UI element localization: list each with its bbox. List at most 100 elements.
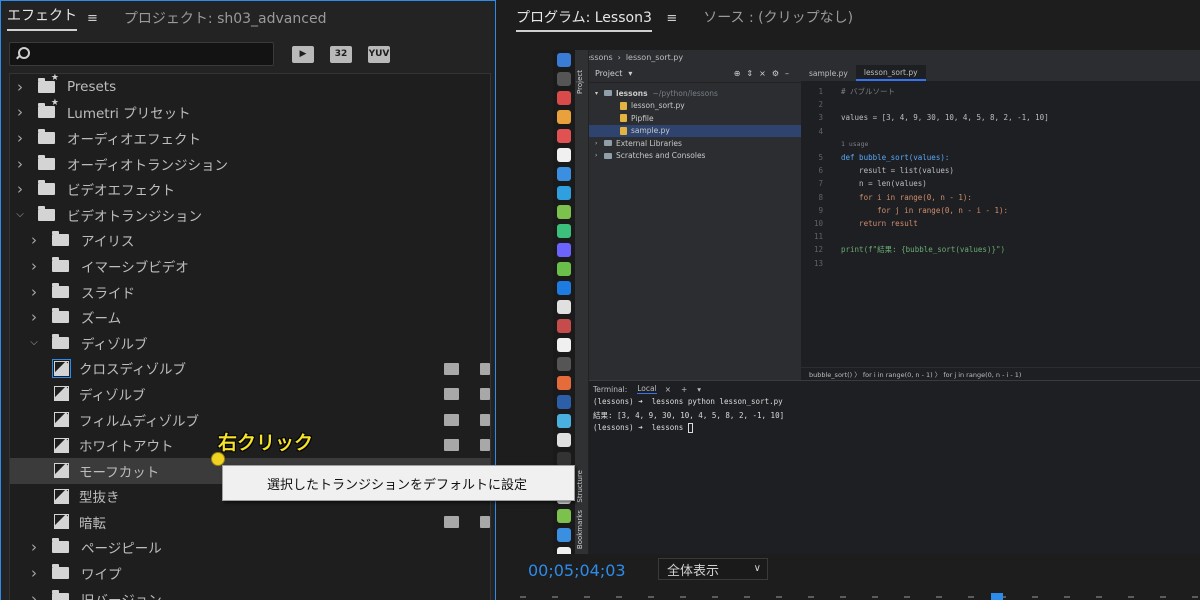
line-number: 10 xyxy=(813,219,823,228)
ruler-tick xyxy=(680,596,686,598)
search-input[interactable] xyxy=(9,42,274,66)
transition-icon xyxy=(54,386,69,402)
chevron-right-icon[interactable]: › xyxy=(28,564,40,582)
ruler-tick xyxy=(1128,596,1134,598)
chevron-right-icon[interactable]: › xyxy=(28,538,40,556)
folder-item[interactable]: › オーディオエフェクト xyxy=(10,125,490,151)
folder-icon xyxy=(604,90,612,97)
tab-source[interactable]: ソース : (クリップなし) xyxy=(703,7,853,27)
folder-item[interactable]: ⌵ ディゾルブ xyxy=(10,330,490,356)
line-number: 7 xyxy=(818,179,823,189)
playhead-marker[interactable] xyxy=(991,593,1003,600)
terminal-line: 結果: [3, 4, 9, 30, 10, 4, 5, 8, 2, -1, 10… xyxy=(589,410,1200,423)
ide-breadcrumb: bubble_sort() 〉 for i in range(0, n - 1)… xyxy=(801,367,1200,380)
folder-item[interactable]: › Presets xyxy=(10,74,490,100)
line-number: 5 xyxy=(818,153,823,162)
chevron-right-icon[interactable]: › xyxy=(28,231,40,249)
time-ruler[interactable] xyxy=(516,592,1200,600)
menu-item-set-default-transition[interactable]: 選択したトランジションをデフォルトに設定 xyxy=(267,474,527,493)
preset-folder-icon xyxy=(38,98,59,119)
tree-item-label: モーフカット xyxy=(79,464,160,481)
dock-app-icon xyxy=(557,148,571,162)
transition-item[interactable]: 暗転 xyxy=(10,509,490,535)
project-tree-label: Scratches and Consoles xyxy=(616,151,706,161)
dock-app-icon xyxy=(557,72,571,86)
search-icon xyxy=(15,47,30,61)
code-line: 12 print(f"結果: {bubble_sort(values)}") xyxy=(801,243,1005,256)
folder-item[interactable]: › オーディオトランジション xyxy=(10,151,490,177)
accelerated-badge-icon xyxy=(444,362,459,375)
folder-item[interactable]: › 旧バージョン xyxy=(10,586,490,600)
accelerated-effects-filter-button[interactable]: ▶ xyxy=(292,45,314,63)
ide-terminal: Terminal: Local × + ▾ (lessons) ➜ lesson… xyxy=(589,380,1200,554)
panel-menu-icon[interactable]: ≡ xyxy=(87,11,98,26)
chevron-down-icon[interactable]: ⌵ xyxy=(14,209,26,221)
program-menu-icon[interactable]: ≡ xyxy=(666,11,677,26)
tree-item-label: ホワイトアウト xyxy=(79,439,174,456)
playhead-timecode[interactable]: 00;05;04;03 xyxy=(528,561,626,580)
code-line: 11 xyxy=(801,230,841,243)
transition-icon xyxy=(52,358,71,378)
tree-item-label: クロスディゾルブ xyxy=(79,362,187,379)
folder-item[interactable]: › スライド xyxy=(10,279,490,305)
code-text: return result xyxy=(841,219,918,228)
chevron-right-icon[interactable]: › xyxy=(14,78,26,96)
32bit-badge-icon xyxy=(480,439,490,452)
premiere-window: エフェクト ≡ プロジェクト: sh03_advanced ▶ 32 YUV ›… xyxy=(0,0,1200,600)
tab-project[interactable]: プロジェクト: sh03_advanced xyxy=(118,1,333,35)
line-number: 13 xyxy=(813,258,823,268)
terminal-cursor xyxy=(687,423,693,433)
chevron-down-icon[interactable]: ⌵ xyxy=(28,337,40,349)
program-monitor-video[interactable]: lessons › lesson_sort.py Project Structu… xyxy=(553,50,1200,554)
folder-item[interactable]: › ワイプ xyxy=(10,560,490,586)
chevron-right-icon[interactable]: › xyxy=(28,308,40,326)
tree-item-label: ページピール xyxy=(81,541,162,558)
ruler-tick xyxy=(1192,596,1198,598)
folder-item[interactable]: › ページピール xyxy=(10,535,490,561)
ruler-tick xyxy=(712,596,718,598)
line-number: 8 xyxy=(818,192,823,202)
code-line: 8 for i in range(0, n - 1): xyxy=(801,191,971,204)
effects-panel: エフェクト ≡ プロジェクト: sh03_advanced ▶ 32 YUV ›… xyxy=(0,0,496,600)
transition-item[interactable]: クロスディゾルブ xyxy=(10,356,490,382)
code-text: print(f"結果: {bubble_sort(values)}") xyxy=(841,245,1006,255)
chevron-right-icon[interactable]: › xyxy=(14,180,26,198)
tab-program[interactable]: プログラム: Lesson3 ≡ xyxy=(516,7,677,32)
dock-app-icon xyxy=(557,414,571,428)
folder-item[interactable]: › ズーム xyxy=(10,304,490,330)
folder-item[interactable]: › イマーシブビデオ xyxy=(10,253,490,279)
dock-app-icon xyxy=(557,547,571,554)
chevron-right-icon[interactable]: › xyxy=(28,283,40,301)
chevron-right-icon[interactable]: › xyxy=(28,590,40,600)
chevron-right-icon[interactable]: › xyxy=(14,129,26,147)
32bit-filter-button[interactable]: 32 xyxy=(330,45,352,63)
project-tree-label: Pipfile xyxy=(631,113,654,123)
32bit-badge-icon xyxy=(480,388,490,401)
ruler-tick xyxy=(776,596,782,598)
transition-item[interactable]: ディゾルブ xyxy=(10,381,490,407)
zoom-level-select[interactable]: 全体表示 ∨ xyxy=(658,558,768,580)
tab-effects[interactable]: エフェクト ≡ xyxy=(1,1,104,35)
tab-project-label: プロジェクト: sh03_advanced xyxy=(123,11,327,27)
accelerated-badge-icon xyxy=(444,439,459,452)
chevron-right-icon[interactable]: › xyxy=(28,257,40,275)
folder-icon xyxy=(52,538,69,554)
tree-item-label: ビデオエフェクト xyxy=(67,183,175,200)
folder-item[interactable]: › アイリス xyxy=(10,228,490,254)
yuv-filter-button[interactable]: YUV xyxy=(368,45,390,63)
folder-item[interactable]: ⌵ ビデオトランジション xyxy=(10,202,490,228)
ide-project-toolbar: Project ▾ ⊕⇕×⚙– xyxy=(589,65,801,83)
chevron-right-icon[interactable]: › xyxy=(14,103,26,121)
chevron-down-icon: ▾ xyxy=(628,69,633,78)
ide-project-tree: ▾ lessons ~/python/lessons lesson_sort.py Pi… xyxy=(589,83,801,162)
dock-app-icon xyxy=(557,338,571,352)
project-tree-label: lesson_sort.py xyxy=(631,101,685,111)
dock-app-icon xyxy=(557,319,571,333)
line-number: 9 xyxy=(818,205,823,215)
folder-item[interactable]: › ビデオエフェクト xyxy=(10,176,490,202)
dock-app-icon xyxy=(557,433,571,447)
chevron-right-icon[interactable]: › xyxy=(14,155,26,173)
dock-app-icon xyxy=(557,376,571,390)
terminal-line: (lessons) ➜ lessons xyxy=(589,423,1200,436)
folder-item[interactable]: › Lumetri プリセット xyxy=(10,98,490,126)
